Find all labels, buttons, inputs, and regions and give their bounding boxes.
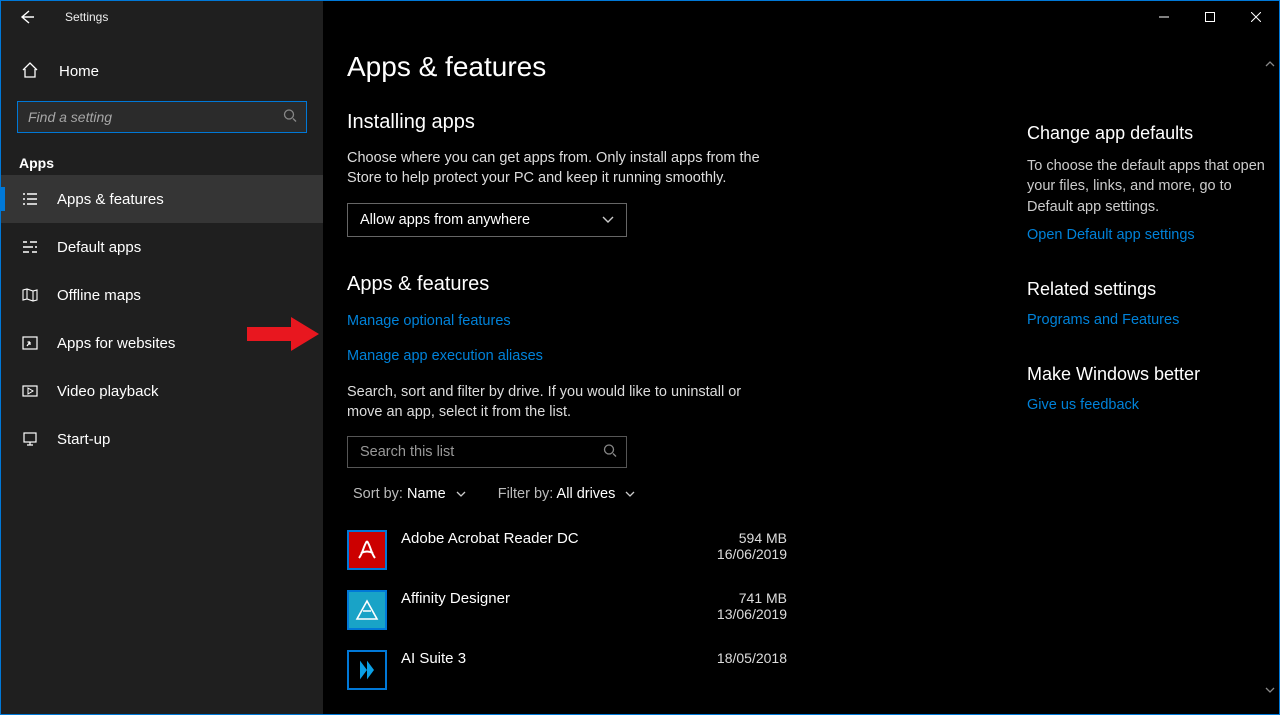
app-date: 13/06/2019 bbox=[717, 606, 787, 622]
manage-optional-features-link[interactable]: Manage optional features bbox=[347, 313, 511, 329]
app-icon-affinity bbox=[347, 590, 387, 630]
page-title: Apps & features bbox=[347, 51, 1279, 83]
sidebar-item-startup[interactable]: Start-up bbox=[1, 415, 323, 463]
titlebar: Settings bbox=[1, 1, 1279, 33]
app-row[interactable]: Affinity Designer 741 MB 13/06/2019 bbox=[347, 584, 787, 644]
sort-by-control[interactable]: Sort by: Name bbox=[353, 486, 466, 502]
sort-filter-row: Sort by: Name Filter by: All drives bbox=[347, 486, 967, 502]
sidebar-item-label: Apps for websites bbox=[57, 335, 175, 352]
feedback-heading: Make Windows better bbox=[1027, 364, 1267, 385]
window-controls bbox=[1141, 1, 1279, 33]
sidebar-item-label: Start-up bbox=[57, 431, 110, 448]
home-icon bbox=[21, 61, 41, 81]
give-feedback-link[interactable]: Give us feedback bbox=[1027, 397, 1267, 413]
app-icon-acrobat bbox=[347, 530, 387, 570]
sidebar-item-offline-maps[interactable]: Offline maps bbox=[1, 271, 323, 319]
annotation-arrow bbox=[247, 315, 321, 353]
app-name: Affinity Designer bbox=[401, 590, 510, 622]
chevron-down-icon bbox=[602, 213, 614, 227]
apps-features-description: Search, sort and filter by drive. If you… bbox=[347, 382, 777, 423]
filter-by-control[interactable]: Filter by: All drives bbox=[498, 486, 636, 502]
search-list-container bbox=[347, 436, 627, 468]
scrollbar[interactable] bbox=[1263, 57, 1277, 697]
app-size: 594 MB bbox=[717, 530, 787, 546]
maximize-button[interactable] bbox=[1187, 1, 1233, 33]
app-name: Adobe Acrobat Reader DC bbox=[401, 530, 579, 562]
sidebar-item-label: Offline maps bbox=[57, 287, 141, 304]
search-input[interactable] bbox=[17, 101, 307, 133]
related-settings-heading: Related settings bbox=[1027, 279, 1267, 300]
websites-icon bbox=[21, 334, 39, 352]
app-source-dropdown[interactable]: Allow apps from anywhere bbox=[347, 203, 627, 237]
installing-apps-heading: Installing apps bbox=[347, 111, 967, 134]
programs-features-link[interactable]: Programs and Features bbox=[1027, 312, 1267, 328]
sidebar-item-video-playback[interactable]: Video playback bbox=[1, 367, 323, 415]
search-list-input[interactable] bbox=[347, 436, 627, 468]
sidebar-item-label: Video playback bbox=[57, 383, 158, 400]
sidebar-item-apps-features[interactable]: Apps & features bbox=[1, 175, 323, 223]
app-name: AI Suite 3 bbox=[401, 650, 466, 667]
sidebar: Home Apps Apps & features Default apps O… bbox=[1, 1, 323, 714]
sidebar-item-label: Apps & features bbox=[57, 191, 164, 208]
sidebar-item-default-apps[interactable]: Default apps bbox=[1, 223, 323, 271]
video-icon bbox=[21, 382, 39, 400]
change-defaults-heading: Change app defaults bbox=[1027, 123, 1267, 144]
sidebar-section-label: Apps bbox=[1, 145, 323, 175]
app-row[interactable]: AI Suite 3 18/05/2018 bbox=[347, 644, 787, 704]
list-icon bbox=[21, 190, 39, 208]
main-content: Apps & features Installing apps Choose w… bbox=[323, 1, 1279, 714]
search-container bbox=[17, 101, 307, 133]
app-icon-aisuite bbox=[347, 650, 387, 690]
window-title: Settings bbox=[65, 10, 108, 24]
manage-aliases-link[interactable]: Manage app execution aliases bbox=[347, 348, 543, 364]
scroll-up-icon[interactable] bbox=[1263, 57, 1277, 71]
app-row[interactable]: Adobe Acrobat Reader DC 594 MB 16/06/201… bbox=[347, 524, 787, 584]
apps-features-heading: Apps & features bbox=[347, 273, 967, 296]
sidebar-item-label: Default apps bbox=[57, 239, 141, 256]
close-button[interactable] bbox=[1233, 1, 1279, 33]
back-button[interactable] bbox=[7, 1, 47, 33]
dropdown-value: Allow apps from anywhere bbox=[360, 212, 530, 228]
map-icon bbox=[21, 286, 39, 304]
home-label: Home bbox=[59, 63, 99, 80]
startup-icon bbox=[21, 430, 39, 448]
minimize-button[interactable] bbox=[1141, 1, 1187, 33]
side-panel: Change app defaults To choose the defaul… bbox=[1027, 111, 1267, 704]
open-default-settings-link[interactable]: Open Default app settings bbox=[1027, 227, 1267, 243]
change-defaults-description: To choose the default apps that open you… bbox=[1027, 156, 1267, 217]
defaults-icon bbox=[21, 238, 39, 256]
home-nav[interactable]: Home bbox=[1, 49, 323, 93]
app-date: 18/05/2018 bbox=[717, 650, 787, 666]
search-icon bbox=[603, 444, 617, 461]
app-date: 16/06/2019 bbox=[717, 546, 787, 562]
scroll-down-icon[interactable] bbox=[1263, 683, 1277, 697]
installing-apps-description: Choose where you can get apps from. Only… bbox=[347, 148, 777, 189]
app-size: 741 MB bbox=[717, 590, 787, 606]
